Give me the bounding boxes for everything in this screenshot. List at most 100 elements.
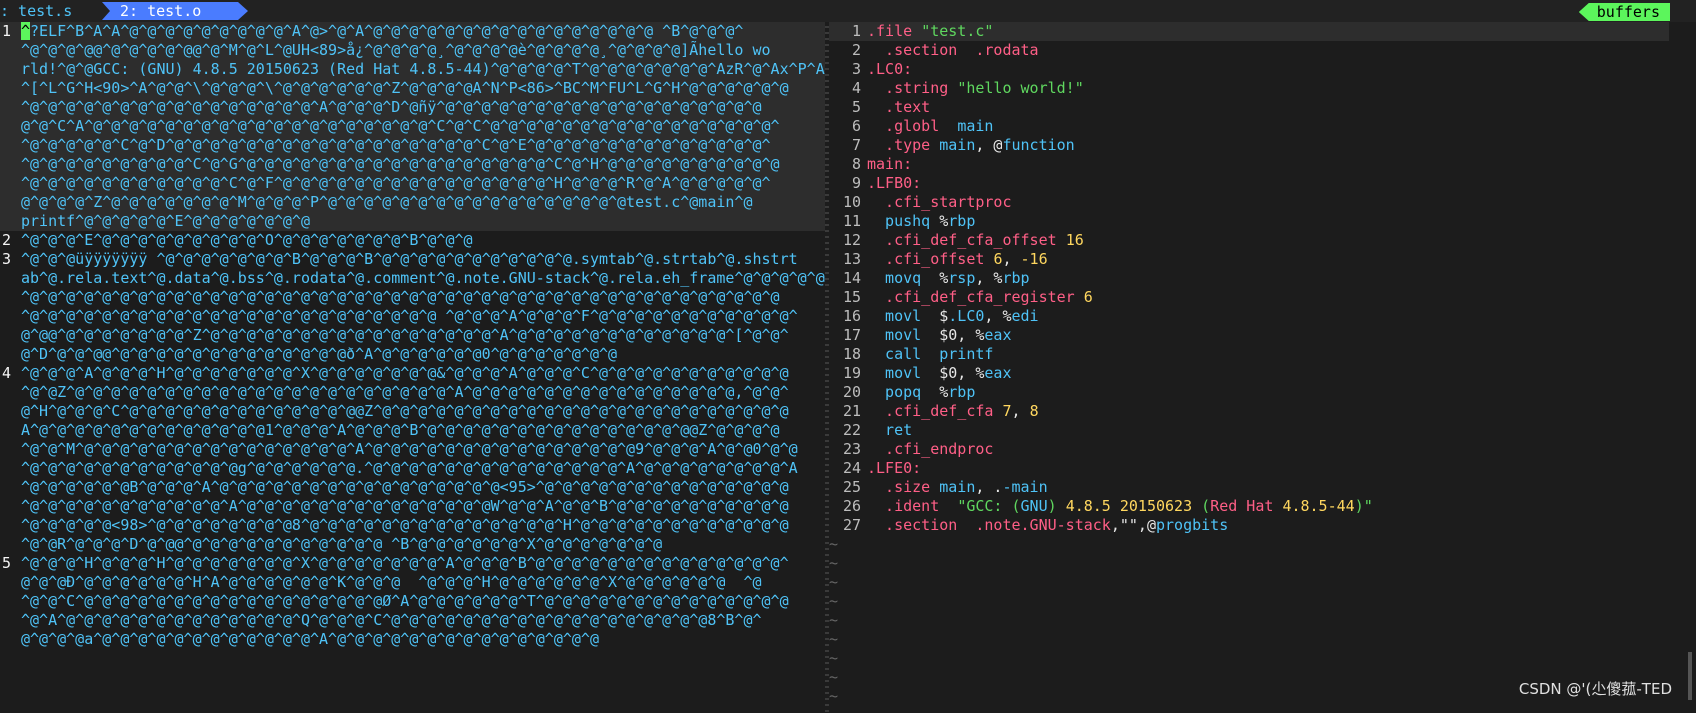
line-number: 19 (842, 364, 861, 382)
right-line[interactable]: 3 .LC0: (829, 60, 1669, 79)
left-line[interactable]: A^@^@^@^@^@^@^@^@^@^@^@^@^@1^@^@^@^A^@^@… (0, 421, 825, 440)
right-line[interactable]: 20 popq %rbp (829, 383, 1669, 402)
line-text: ^@^@^C^@^@^@^@^@^@^@^@^@^@^@^@^@^@^@^@^@… (21, 592, 789, 610)
left-line[interactable]: printf^@^@^@^@^@^E^@^@^@^@^@^@^@ (0, 212, 825, 231)
line-number: 4 (2, 364, 12, 382)
right-line[interactable]: 24 .LFE0: (829, 459, 1669, 478)
line-text: ^@^@R^@^@^@^D^@^@@^@^@^@^@^@^@^@^@^@^@^@… (21, 535, 663, 553)
left-line[interactable]: @^@@^@^@^@^@^@^@^@^Z^@^@^@^@^@^@^@^@^@^@… (0, 326, 825, 345)
line-text: @^@^C^A^@^@^@^@^@^@^@^@^@^@^@^@^@^@^@^@^… (21, 117, 780, 135)
line-text: @^H^@^@^@^C^@^@^@^@^@^@^@^@^@^@^@^@^@@Z^… (21, 402, 789, 420)
line-text: rld!^@^@GCC: (GNU) 4.8.5 20150623 (Red H… (21, 60, 825, 78)
line-number: 2 (2, 231, 12, 249)
left-line[interactable]: ^@^@Z^@^@^@^@^@^@^@^@^@^@^@^@^@^@^@^@^@^… (0, 383, 825, 402)
right-line[interactable]: 23 .cfi_endproc (829, 440, 1669, 459)
line-text: ^@^@^@^@^@^@^@^@^@^C^@^G^@^@^@^@^@^@^@^@… (21, 155, 780, 173)
tab-test-s[interactable]: : test.s (0, 2, 78, 20)
left-line[interactable]: 3 ^@^@^@üÿÿÿÿÿÿÿ ^@^@^@^@^@^@^@^B^@^@^@^B… (0, 250, 825, 269)
left-line[interactable]: 2 ^@^@^@^E^@^@^@^@^@^@^@^@^@^O^@^@^@^@^@^… (0, 231, 825, 250)
left-line[interactable]: ab^@.rela.text^@.data^@.bss^@.rodata^@.c… (0, 269, 825, 288)
right-line[interactable]: 26 .ident "GCC: (GNU) 4.8.5 20150623 (Re… (829, 497, 1669, 516)
line-number: 26 (842, 497, 861, 515)
line-number: 10 (842, 193, 861, 211)
right-line[interactable]: 6 .globl main (829, 117, 1669, 136)
line-number: 20 (842, 383, 861, 401)
scrollbar[interactable] (1688, 652, 1692, 700)
line-number: 24 (842, 459, 861, 477)
line-text: movl $0, %eax (867, 364, 1012, 382)
left-line[interactable]: ^[^L^G^H<90>^A^@^@^\^@^@^@^\^@^@^@^@^@^@… (0, 79, 825, 98)
left-line[interactable]: rld!^@^@GCC: (GNU) 4.8.5 20150623 (Red H… (0, 60, 825, 79)
right-line[interactable]: 12 .cfi_def_cfa_offset 16 (829, 231, 1669, 250)
left-line[interactable]: @^D^@^@^@@^@^@^@^@^@^@^@^@^@^@^@^@^@ð^A^… (0, 345, 825, 364)
line-text: .LFE0: (867, 459, 922, 477)
line-text: @^D^@^@^@@^@^@^@^@^@^@^@^@^@^@^@^@^@ð^A^… (21, 345, 618, 363)
right-line[interactable]: 10 .cfi_startproc (829, 193, 1669, 212)
left-editor-pane[interactable]: 1 ^?ELF^B^A^A^@^@^@^@^@^@^@^@^@^A^@>^@^A^… (0, 22, 825, 713)
line-number: 7 (851, 136, 861, 154)
left-line[interactable]: ^@^@^@^@^@^@^@^@^@^@^@^@^@^@^@^@^@^@^@^@… (0, 307, 825, 326)
left-line[interactable]: ^@^@^@^@^@^@^@^@^@^@^@^@^@^@^@^@^@^@^@^@… (0, 288, 825, 307)
text-cursor: ^ (21, 22, 31, 40)
left-line[interactable]: ^@^@^C^@^@^@^@^@^@^@^@^@^@^@^@^@^@^@^@^@… (0, 592, 825, 611)
line-text: ^@^@^@^@^@^@^@^@^@^@^@^@^@^@^@^@^@^@^@^@… (21, 288, 780, 306)
right-line[interactable]: 25 .size main, .-main (829, 478, 1669, 497)
line-text: ^@^A^@^@^@^@^@^@^@^@^@^@^@^@^@^Q^@^@^@^C… (21, 611, 762, 629)
line-number: 23 (842, 440, 861, 458)
line-text: ^@^@^@^@^@^@^@^@^@^@^@^C^@^F^@^@^@^@^@^@… (21, 174, 771, 192)
right-line[interactable]: 18 call printf (829, 345, 1669, 364)
right-line[interactable]: 27 .section .note.GNU-stack,"",@progbits (829, 516, 1669, 535)
left-line[interactable]: 1 ^?ELF^B^A^A^@^@^@^@^@^@^@^@^@^A^@>^@^A^… (0, 22, 825, 41)
right-editor-pane[interactable]: 1 .file "test.c" 2 .section .rodata 3 .LC0: 4… (829, 22, 1669, 713)
right-line[interactable]: 16 movl $.LC0, %edi (829, 307, 1669, 326)
left-line[interactable]: @^@^@^@^Z^@^@^@^@^@^@^@^M^@^@^@^P^@^@^@^… (0, 193, 825, 212)
right-line[interactable]: 13 .cfi_offset 6, -16 (829, 250, 1669, 269)
left-line[interactable]: ^@^@^@^@^@^@^@^@^@^C^@^G^@^@^@^@^@^@^@^@… (0, 155, 825, 174)
line-number: 9 (851, 174, 861, 192)
right-line[interactable]: 17 movl $0, %eax (829, 326, 1669, 345)
left-line[interactable]: ^@^@^@^@^@<98>^@^@^@^@^@^@^@^@8^@^@^@^@^… (0, 516, 825, 535)
right-line[interactable]: 1 .file "test.c" (829, 22, 1669, 41)
left-line[interactable]: @^@^C^A^@^@^@^@^@^@^@^@^@^@^@^@^@^@^@^@^… (0, 117, 825, 136)
right-line[interactable]: 7 .type main, @function (829, 136, 1669, 155)
line-text: ^@^@^@^@@^@^@^@^@^@@^@^M^@^L^@UH<89>å¿^@… (21, 41, 771, 59)
line-number: 17 (842, 326, 861, 344)
line-number: 18 (842, 345, 861, 363)
left-line[interactable]: 4 ^@^@^@^A^@^@^@^H^@^@^@^@^@^@^@^X^@^@^@^… (0, 364, 825, 383)
left-line[interactable]: ^@^@^@^@@^@^@^@^@^@@^@^M^@^L^@UH<89>å¿^@… (0, 41, 825, 60)
line-text: ^@^@^@^@^@^C^@^D^@^@^@^@^@^@^@^@^@^@^@^@… (21, 136, 771, 154)
right-line[interactable]: 21 .cfi_def_cfa 7, 8 (829, 402, 1669, 421)
left-line[interactable]: ^@^@^@^@^@^@^@^@^@^@^@^@g^@^@^@^@^@^@.^@… (0, 459, 825, 478)
left-line[interactable]: @^@^@^@a^@^@^@^@^@^@^@^@^@^@^@^@^A^@^@^@… (0, 630, 825, 649)
right-line[interactable]: 14 movq %rsp, %rbp (829, 269, 1669, 288)
right-line[interactable]: 19 movl $0, %eax (829, 364, 1669, 383)
right-line[interactable]: 9 .LFB0: (829, 174, 1669, 193)
left-line[interactable]: ^@^@R^@^@^@^D^@^@@^@^@^@^@^@^@^@^@^@^@^@… (0, 535, 825, 554)
line-number: 5 (2, 554, 12, 572)
left-line[interactable]: ^@^@^@^@^@^C^@^D^@^@^@^@^@^@^@^@^@^@^@^@… (0, 136, 825, 155)
left-line[interactable]: ^@^@^@^@^@^@^@^@^@^@^@^A^@^@^@^@^@^@^@^@… (0, 497, 825, 516)
left-line[interactable]: ^@^@^@^@^@^@B^@^@^@^A^@^@^@^@^@^@^@^@^@^… (0, 478, 825, 497)
left-line[interactable]: ^@^@^@^@^@^@^@^@^@^@^@^C^@^F^@^@^@^@^@^@… (0, 174, 825, 193)
right-line[interactable]: 15 .cfi_def_cfa_register 6 (829, 288, 1669, 307)
line-number: 3 (2, 250, 12, 268)
line-text: .section .note.GNU-stack,"",@progbits (867, 516, 1229, 534)
left-line[interactable]: @^H^@^@^@^C^@^@^@^@^@^@^@^@^@^@^@^@^@@Z^… (0, 402, 825, 421)
left-line[interactable]: ^@^@^M^@^@^@^@^@^@^@^@^@^@^@^@^@^@^@^A^@… (0, 440, 825, 459)
right-line[interactable]: 4 .string "hello world!" (829, 79, 1669, 98)
line-number: 6 (851, 117, 861, 135)
left-line[interactable]: 5 ^@^@^@^H^@^@^@^H^@^@^@^@^@^@^@^X^@^@^@^… (0, 554, 825, 573)
right-line[interactable]: 22 ret (829, 421, 1669, 440)
left-line[interactable]: ^@^@^@^@^@^@^@^@^@^@^@^@^@^@^@^@^A^@^@^@… (0, 98, 825, 117)
left-line[interactable]: ^@^A^@^@^@^@^@^@^@^@^@^@^@^@^@^Q^@^@^@^C… (0, 611, 825, 630)
left-line[interactable]: @^@^@Ð^@^@^@^@^@^@^H^A^@^@^@^@^@^@^K^@^@… (0, 573, 825, 592)
line-text: .cfi_startproc (867, 193, 1012, 211)
right-line[interactable]: 5 .text (829, 98, 1669, 117)
right-line[interactable]: 11 pushq %rbp (829, 212, 1669, 231)
empty-line-marker: ~ (829, 554, 839, 572)
right-line[interactable]: 8 main: (829, 155, 1669, 174)
line-text: ^@^@^@üÿÿÿÿÿÿÿ ^@^@^@^@^@^@^@^B^@^@^@^B^… (21, 250, 798, 268)
line-text: .section .rodata (867, 41, 1039, 59)
tab-test-o[interactable]: 2: test.o (102, 2, 248, 20)
right-line[interactable]: 2 .section .rodata (829, 41, 1669, 60)
